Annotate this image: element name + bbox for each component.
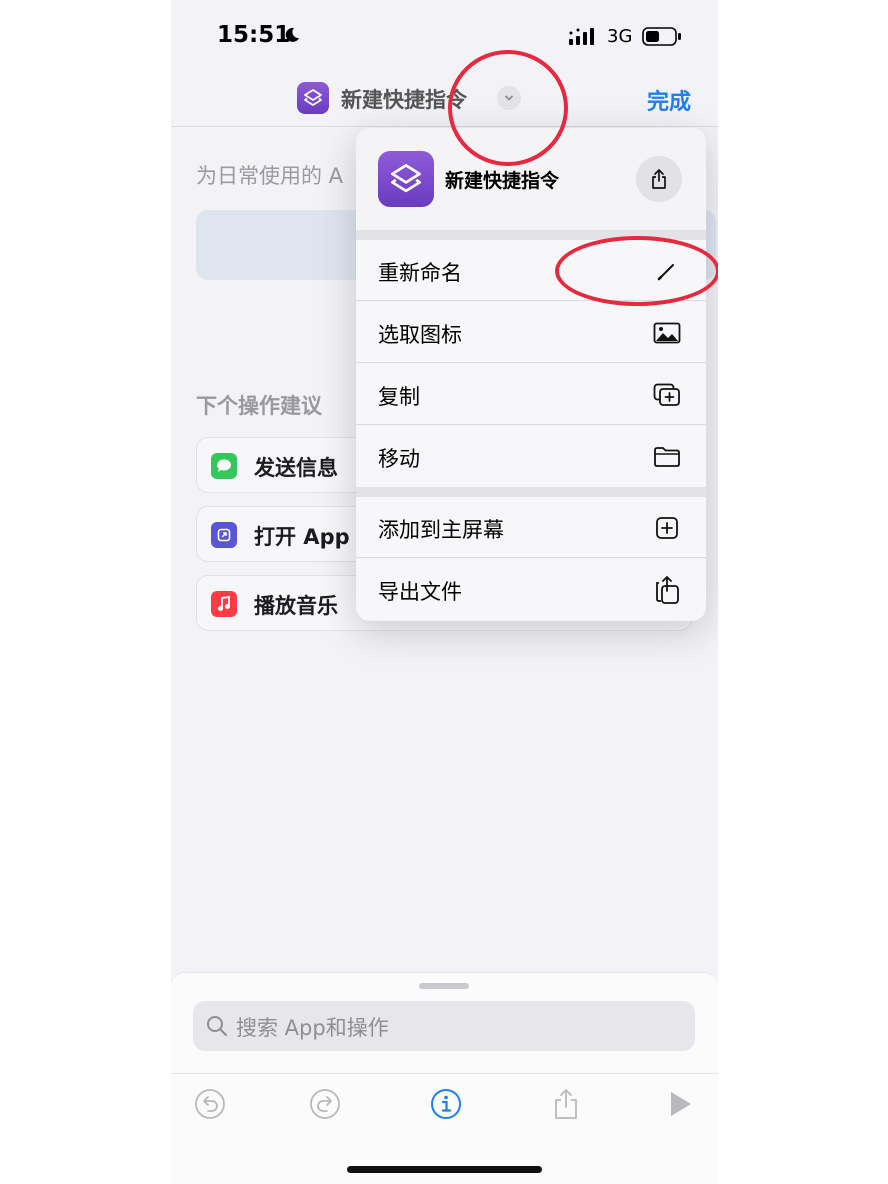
status-time: 15:51: [217, 22, 291, 48]
photo-icon: [652, 318, 682, 348]
battery-icon: [642, 27, 681, 46]
annotation-circle-chevron: [448, 50, 568, 166]
redo-icon: [310, 1089, 340, 1119]
add-square-icon: [652, 513, 682, 543]
undo-button[interactable]: [193, 1087, 227, 1121]
info-button[interactable]: [429, 1087, 463, 1121]
menu-item-add-to-home-screen[interactable]: 添加到主屏幕: [356, 497, 706, 558]
search-icon: [207, 1016, 228, 1037]
search-field[interactable]: 搜索 App和操作: [193, 1001, 695, 1051]
menu-item-move[interactable]: 移动: [356, 426, 706, 487]
undo-icon: [195, 1089, 225, 1119]
share-icon: [652, 169, 666, 189]
play-icon: [671, 1092, 691, 1116]
phone-screen: 15:51 3G 新建快捷指令 完成 为日常使用的 A 下个操作建议 发送信息: [171, 0, 718, 1184]
layers-icon: [391, 164, 421, 193]
home-indicator: [347, 1166, 542, 1173]
do-not-disturb-moon-icon: [285, 27, 299, 42]
info-icon: [431, 1089, 461, 1119]
share-toolbar-button[interactable]: [549, 1087, 583, 1121]
share-icon: [555, 1089, 577, 1119]
shortcut-icon: [378, 151, 434, 207]
layers-icon: [304, 89, 322, 106]
cellular-signal-icon: [569, 28, 594, 45]
toolbar-divider: [171, 1073, 718, 1074]
share-button[interactable]: [636, 156, 682, 202]
menu-item-choose-icon[interactable]: 选取图标: [356, 302, 706, 363]
menu-item-label: 重新命名: [378, 261, 462, 285]
menu-item-label: 添加到主屏幕: [378, 518, 504, 542]
run-button[interactable]: [663, 1087, 697, 1121]
menu-item-label: 导出文件: [378, 580, 462, 604]
shortcut-app-icon[interactable]: [297, 82, 329, 114]
search-placeholder: 搜索 App和操作: [236, 1016, 389, 1040]
menu-item-label: 选取图标: [378, 323, 462, 347]
menu-title: 新建快捷指令: [445, 170, 560, 192]
menu-item-duplicate[interactable]: 复制: [356, 364, 706, 425]
network-type: 3G: [607, 26, 633, 47]
redo-button[interactable]: [308, 1087, 342, 1121]
menu-group-separator: [356, 487, 706, 497]
menu-item-label: 移动: [378, 447, 420, 471]
folder-icon: [652, 442, 682, 472]
shortcut-context-menu: 新建快捷指令 重新命名 选取图标 复制 移动 添加到主屏幕 导出文件: [356, 128, 706, 621]
done-button[interactable]: 完成: [647, 84, 691, 116]
annotation-circle-rename: [555, 236, 718, 306]
export-icon: [652, 575, 682, 605]
action-search-sheet: 搜索 App和操作: [171, 972, 718, 1184]
sheet-grabber[interactable]: [419, 983, 469, 989]
menu-item-export-file[interactable]: 导出文件: [356, 559, 706, 620]
duplicate-icon: [652, 380, 682, 410]
menu-item-label: 复制: [378, 385, 420, 409]
